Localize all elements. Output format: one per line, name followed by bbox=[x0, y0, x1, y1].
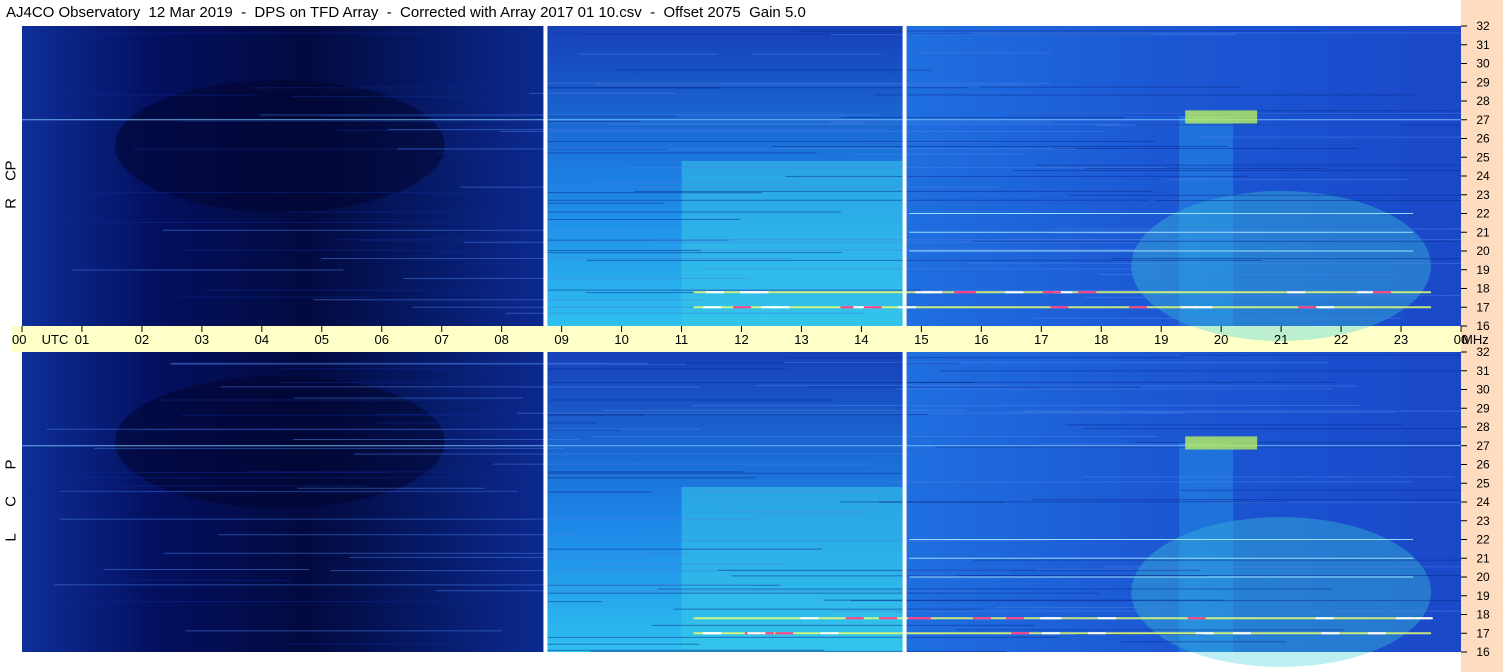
time-tick-label: 05 bbox=[315, 332, 329, 347]
frequency-axis-unit: MHz bbox=[1462, 332, 1489, 347]
frequency-tick-label: 25 bbox=[1476, 150, 1490, 164]
time-tick-label: 04 bbox=[255, 332, 269, 347]
frequency-tick-label: 28 bbox=[1476, 420, 1490, 434]
frequency-tick-label: 24 bbox=[1476, 495, 1490, 509]
time-tick-label: 09 bbox=[554, 332, 568, 347]
frequency-tick-label: 27 bbox=[1476, 439, 1490, 453]
emission-patch bbox=[1185, 436, 1258, 450]
time-tick-label: 10 bbox=[614, 332, 628, 347]
time-tick-label: 17 bbox=[1034, 332, 1048, 347]
spectrogram-panel bbox=[22, 26, 1461, 341]
frequency-tick-label: 28 bbox=[1476, 94, 1490, 108]
spectrogram-panel bbox=[22, 352, 1461, 667]
time-tick-label: 20 bbox=[1214, 332, 1228, 347]
time-axis-unit: UTC bbox=[42, 332, 69, 347]
data-gap-line bbox=[543, 26, 548, 326]
time-tick-label: 03 bbox=[195, 332, 209, 347]
frequency-tick-label: 21 bbox=[1476, 225, 1490, 239]
frequency-tick-label: 22 bbox=[1476, 207, 1490, 221]
frequency-tick-label: 31 bbox=[1476, 38, 1490, 52]
time-tick-label: 01 bbox=[75, 332, 89, 347]
frequency-tick-label: 18 bbox=[1476, 608, 1490, 622]
burst-column bbox=[1179, 442, 1234, 652]
time-tick-label: 21 bbox=[1274, 332, 1288, 347]
time-tick-label: 06 bbox=[375, 332, 389, 347]
frequency-tick-label: 17 bbox=[1476, 626, 1490, 640]
time-tick-label: 22 bbox=[1334, 332, 1348, 347]
time-tick-label: 00 bbox=[12, 332, 26, 347]
day-bright bbox=[681, 161, 905, 326]
emission-patch bbox=[1185, 110, 1258, 124]
frequency-tick-label: 25 bbox=[1476, 476, 1490, 490]
frequency-tick-label: 20 bbox=[1476, 244, 1490, 258]
frequency-tick-label: 26 bbox=[1476, 458, 1490, 472]
data-gap-line bbox=[902, 26, 907, 326]
spectrogram-chart: 16 17 18 19 20 21 22 23 24 25 26 27 28 29 30 31 32 16 17 18… bbox=[12, 19, 1490, 667]
frequency-tick-label: 30 bbox=[1476, 57, 1490, 71]
time-tick-label: 12 bbox=[734, 332, 748, 347]
frequency-tick-label: 29 bbox=[1476, 401, 1490, 415]
frequency-tick-label: 21 bbox=[1476, 551, 1490, 565]
time-tick-label: 19 bbox=[1154, 332, 1168, 347]
time-tick-label: 14 bbox=[854, 332, 868, 347]
time-tick-label: 08 bbox=[494, 332, 508, 347]
frequency-tick-label: 20 bbox=[1476, 570, 1490, 584]
frequency-tick-label: 23 bbox=[1476, 514, 1490, 528]
frequency-tick-label: 24 bbox=[1476, 169, 1490, 183]
frequency-tick-label: 29 bbox=[1476, 75, 1490, 89]
time-tick-label: 13 bbox=[794, 332, 808, 347]
frequency-tick-label: 32 bbox=[1476, 345, 1490, 359]
data-gap-line bbox=[543, 352, 548, 652]
frequency-tick-label: 16 bbox=[1476, 645, 1490, 659]
frequency-tick-label: 26 bbox=[1476, 132, 1490, 146]
frequency-tick-label: 19 bbox=[1476, 589, 1490, 603]
frequency-tick-label: 30 bbox=[1476, 383, 1490, 397]
data-gap-line bbox=[902, 352, 907, 652]
burst-column bbox=[1179, 116, 1234, 326]
time-tick-label: 16 bbox=[974, 332, 988, 347]
frequency-tick-label: 19 bbox=[1476, 263, 1490, 277]
frequency-tick-label: 22 bbox=[1476, 533, 1490, 547]
frequency-tick-label: 16 bbox=[1476, 319, 1490, 333]
time-tick-label: 15 bbox=[914, 332, 928, 347]
time-tick-label: 18 bbox=[1094, 332, 1108, 347]
frequency-tick-label: 18 bbox=[1476, 282, 1490, 296]
time-tick-label: 02 bbox=[135, 332, 149, 347]
time-tick-label: 07 bbox=[434, 332, 448, 347]
frequency-tick-label: 27 bbox=[1476, 113, 1490, 127]
time-tick-label: 23 bbox=[1394, 332, 1408, 347]
frequency-tick-label: 32 bbox=[1476, 19, 1490, 33]
time-tick-label: 11 bbox=[675, 332, 689, 347]
frequency-tick-label: 31 bbox=[1476, 364, 1490, 378]
frequency-tick-label: 23 bbox=[1476, 188, 1490, 202]
frequency-tick-label: 17 bbox=[1476, 300, 1490, 314]
